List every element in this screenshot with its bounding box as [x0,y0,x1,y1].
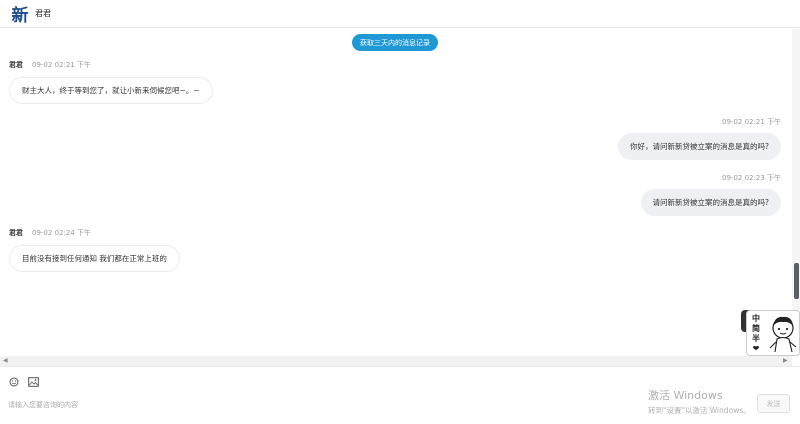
message-text: 目前没有接到任何通知 我们都在正常上班的 [22,254,167,263]
chat-window: 新 君君 获取三天内的消息记录 君君 09-02 02:21 下午 财主大人，终于… [0,0,800,424]
message-list: 获取三天内的消息记录 君君 09-02 02:21 下午 财主大人，终于等到您了，… [0,29,792,356]
message-text: 请问新新贷被立案的消息是真的吗? [652,198,769,207]
scroll-left-icon[interactable]: ◀ [3,356,8,366]
message-bubble-received: 财主大人，终于等到您了，就让小新来伺候您吧~。~ [9,77,213,104]
message-bubble-sent: 请问新新贷被立案的消息是真的吗? [640,189,781,216]
message-time: 09-02 02:23 下午 [722,174,781,182]
message-meta: 君君 09-02 02:24 下午 [9,228,91,238]
watermark-title: 激活 Windows [648,389,723,402]
watermark-subtitle: 转到"设置"以激活 Windows。 [648,406,751,415]
message-time: 09-02 02:21 下午 [722,118,781,126]
sender-name: 君君 [9,61,23,69]
message-bubble-sent: 你好，请问新新贷被立案的消息是真的吗? [618,133,781,160]
message-bubble-received: 目前没有接到任何通知 我们都在正常上班的 [9,245,180,272]
message-time: 09-02 02:24 下午 [32,229,91,237]
chat-header: 新 君君 [0,0,800,28]
message-meta: 君君 09-02 02:21 下午 [9,60,91,70]
scrollbar-thumb[interactable] [794,263,799,299]
windows-activation-watermark: 激活 Windows 转到"设置"以激活 Windows。 [648,387,751,416]
sender-name: 君君 [9,229,23,237]
emoji-icon[interactable] [8,376,19,387]
scroll-right-icon[interactable]: ▶ [783,356,788,366]
send-button[interactable]: 发送 [757,394,790,413]
brand-logo: 新 [11,6,29,26]
image-icon[interactable] [28,376,39,387]
horizontal-scrollbar[interactable]: ◀ ▶ [0,356,792,366]
message-text: 你好，请问新新贷被立案的消息是真的吗? [630,142,769,151]
message-text: 财主大人，终于等到您了，就让小新来伺候您吧~。~ [22,86,200,95]
agent-name: 君君 [35,9,51,18]
sticker-label: 中简半❤ [752,314,760,353]
message-input[interactable] [8,398,608,412]
load-history-button[interactable]: 获取三天内的消息记录 [352,34,438,51]
mascot-icon [769,316,797,353]
vertical-scrollbar[interactable] [792,29,800,356]
mascot-sticker[interactable]: 中简半❤ [746,310,800,356]
message-time: 09-02 02:21 下午 [32,61,91,69]
